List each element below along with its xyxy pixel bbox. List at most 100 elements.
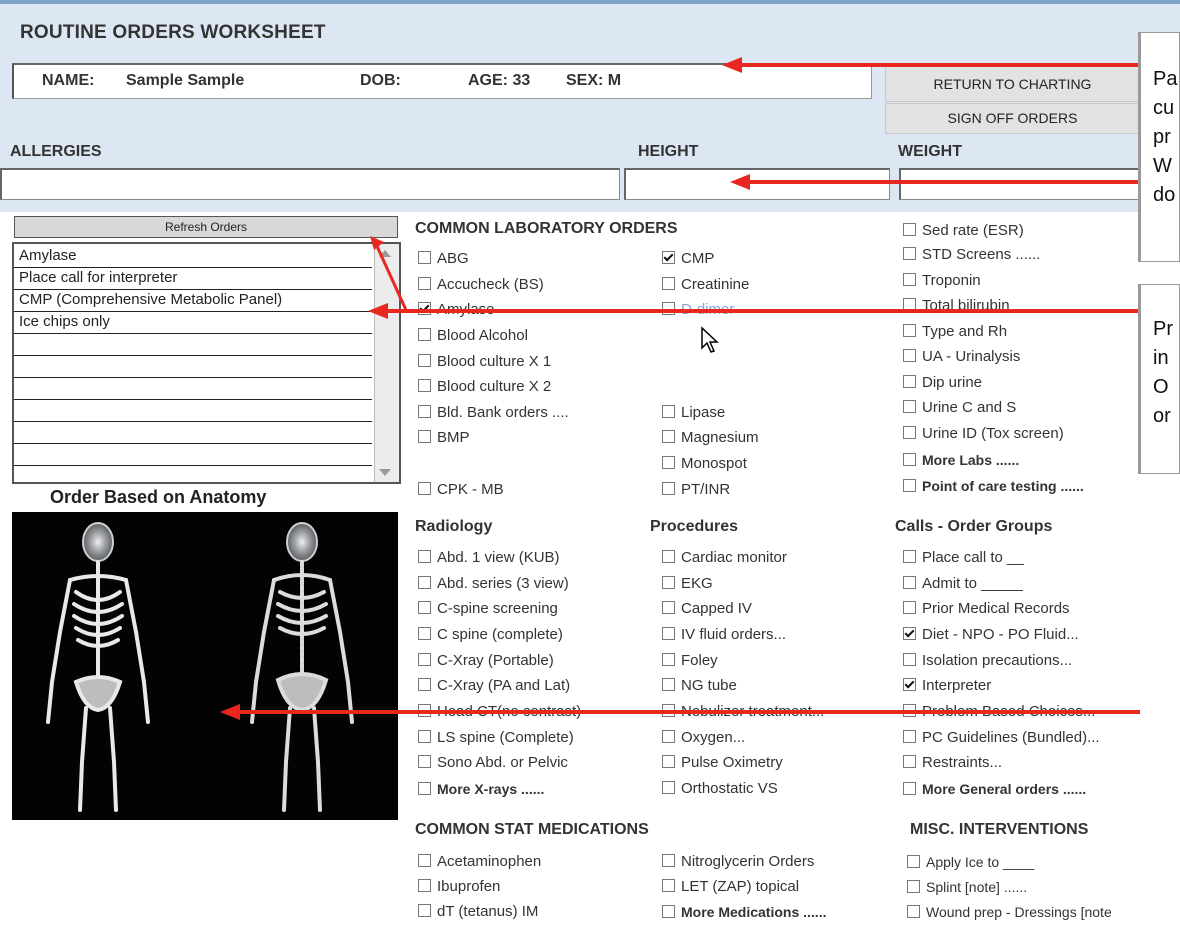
checkbox-call[interactable]: Prior Medical Records xyxy=(903,600,1070,620)
checkbox-box[interactable] xyxy=(903,755,916,768)
checkbox-lipase[interactable]: Lipase xyxy=(662,404,725,424)
checkbox-pt-inr[interactable]: PT/INR xyxy=(662,481,730,501)
checkbox-box[interactable] xyxy=(418,678,431,691)
list-item[interactable] xyxy=(14,356,372,378)
checkbox-box[interactable] xyxy=(903,601,916,614)
checkbox-radiology[interactable]: C-Xray (PA and Lat) xyxy=(418,677,570,697)
checkbox-box[interactable] xyxy=(662,277,675,290)
checkbox-box[interactable] xyxy=(418,904,431,917)
checkbox-box[interactable] xyxy=(418,653,431,666)
checkbox-box[interactable] xyxy=(662,854,675,867)
checkbox-procedure[interactable]: IV fluid orders... xyxy=(662,626,786,646)
checkbox-creatinine[interactable]: Creatinine xyxy=(662,276,749,296)
checkbox-medication[interactable]: LET (ZAP) topical xyxy=(662,878,799,898)
checkbox-abg[interactable]: ABG xyxy=(418,250,469,270)
checkbox-procedure[interactable]: Foley xyxy=(662,652,718,672)
checkbox-box[interactable] xyxy=(903,479,916,492)
checkbox-box[interactable] xyxy=(662,781,675,794)
checkbox-monospot[interactable]: Monospot xyxy=(662,455,747,475)
checkbox-type-rh[interactable]: Type and Rh xyxy=(903,323,1007,343)
checkbox-box[interactable] xyxy=(418,354,431,367)
checkbox-std-screens[interactable]: STD Screens ...... xyxy=(903,246,1040,266)
checkbox-radiology[interactable]: C spine (complete) xyxy=(418,626,563,646)
checkbox-bld-bank[interactable]: Bld. Bank orders .... xyxy=(418,404,569,424)
checkbox-point-of-care[interactable]: Point of care testing ...... xyxy=(903,477,1084,497)
checkbox-box[interactable] xyxy=(907,905,920,918)
checkbox-radiology[interactable]: LS spine (Complete) xyxy=(418,729,574,749)
checkbox-call[interactable]: Restraints... xyxy=(903,754,1002,774)
checkbox-procedure[interactable]: NG tube xyxy=(662,677,737,697)
checkbox-box[interactable] xyxy=(903,324,916,337)
checkbox-box[interactable] xyxy=(418,601,431,614)
checkbox-box[interactable] xyxy=(662,430,675,443)
checkbox-troponin[interactable]: Troponin xyxy=(903,272,981,292)
checkbox-box[interactable] xyxy=(903,273,916,286)
return-to-charting-button[interactable]: RETURN TO CHARTING xyxy=(885,66,1140,102)
checkbox-medication[interactable]: Ibuprofen xyxy=(418,878,500,898)
checkbox-urine-id[interactable]: Urine ID (Tox screen) xyxy=(903,425,1064,445)
checkbox-box[interactable] xyxy=(662,905,675,918)
checkbox-box[interactable] xyxy=(418,854,431,867)
checkbox-accucheck[interactable]: Accucheck (BS) xyxy=(418,276,544,296)
checkbox-sed-rate[interactable]: Sed rate (ESR) xyxy=(903,222,1024,242)
checkbox-medication[interactable]: Acetaminophen xyxy=(418,853,541,873)
checkbox-procedure[interactable]: Pulse Oximetry xyxy=(662,754,783,774)
checkbox-interpreter[interactable]: Interpreter xyxy=(903,677,991,697)
checkbox-box[interactable] xyxy=(662,482,675,495)
current-orders-list[interactable]: Amylase Place call for interpreter CMP (… xyxy=(12,242,401,484)
height-field[interactable] xyxy=(624,168,890,200)
checkbox-medication[interactable]: dT (tetanus) IM xyxy=(418,903,538,923)
checkbox-box[interactable] xyxy=(418,328,431,341)
checkbox-box[interactable] xyxy=(662,678,675,691)
checkbox-box[interactable] xyxy=(418,627,431,640)
checkbox-radiology[interactable]: C-Xray (Portable) xyxy=(418,652,554,672)
checkbox-box[interactable] xyxy=(903,349,916,362)
checkbox-diet[interactable]: Diet - NPO - PO Fluid... xyxy=(903,626,1079,646)
checkbox-box[interactable] xyxy=(418,430,431,443)
list-item[interactable] xyxy=(14,422,372,444)
checkbox-blood-culture-1[interactable]: Blood culture X 1 xyxy=(418,353,551,373)
list-item[interactable] xyxy=(14,400,372,422)
checkbox-box[interactable] xyxy=(662,251,675,264)
checkbox-procedure[interactable]: Capped IV xyxy=(662,600,752,620)
checkbox-box[interactable] xyxy=(662,627,675,640)
checkbox-cmp[interactable]: CMP xyxy=(662,250,714,270)
list-item[interactable]: Ice chips only xyxy=(14,312,372,334)
list-item[interactable] xyxy=(14,378,372,400)
checkbox-box[interactable] xyxy=(903,678,916,691)
checkbox-box[interactable] xyxy=(903,782,916,795)
checkbox-dip-urine[interactable]: Dip urine xyxy=(903,374,982,394)
checkbox-box[interactable] xyxy=(903,223,916,236)
checkbox-more-xrays[interactable]: More X-rays ...... xyxy=(418,780,544,800)
checkbox-box[interactable] xyxy=(418,379,431,392)
checkbox-call[interactable]: Admit to _____ xyxy=(903,575,1023,595)
checkbox-box[interactable] xyxy=(418,879,431,892)
checkbox-box[interactable] xyxy=(418,755,431,768)
checkbox-misc[interactable]: Wound prep - Dressings [note xyxy=(907,903,1112,923)
checkbox-cpk-mb[interactable]: CPK - MB xyxy=(418,481,504,501)
checkbox-magnesium[interactable]: Magnesium xyxy=(662,429,759,449)
checkbox-urine-cs[interactable]: Urine C and S xyxy=(903,399,1016,419)
list-item[interactable]: Place call for interpreter xyxy=(14,268,372,290)
checkbox-bmp[interactable]: BMP xyxy=(418,429,470,449)
checkbox-procedure[interactable]: Orthostatic VS xyxy=(662,780,778,800)
checkbox-misc[interactable]: Splint [note] ...... xyxy=(907,878,1027,898)
checkbox-total-bilirubin[interactable]: Total bilirubin xyxy=(903,297,1010,317)
checkbox-blood-culture-2[interactable]: Blood culture X 2 xyxy=(418,378,551,398)
checkbox-box[interactable] xyxy=(907,880,920,893)
checkbox-box[interactable] xyxy=(903,550,916,563)
checkbox-box[interactable] xyxy=(903,453,916,466)
refresh-orders-button[interactable]: Refresh Orders xyxy=(14,216,398,238)
checkbox-more-general[interactable]: More General orders ...... xyxy=(903,780,1086,800)
checkbox-misc[interactable]: Apply Ice to ____ xyxy=(907,853,1034,873)
checkbox-box[interactable] xyxy=(662,755,675,768)
checkbox-procedure[interactable]: Cardiac monitor xyxy=(662,549,787,569)
weight-field[interactable] xyxy=(899,168,1149,200)
checkbox-call[interactable]: PC Guidelines (Bundled)... xyxy=(903,729,1100,749)
checkbox-more-labs[interactable]: More Labs ...... xyxy=(903,451,1019,471)
checkbox-box[interactable] xyxy=(418,482,431,495)
checkbox-urinalysis[interactable]: UA - Urinalysis xyxy=(903,348,1020,368)
checkbox-box[interactable] xyxy=(662,879,675,892)
list-item[interactable]: CMP (Comprehensive Metabolic Panel) xyxy=(14,290,372,312)
checkbox-box[interactable] xyxy=(418,550,431,563)
